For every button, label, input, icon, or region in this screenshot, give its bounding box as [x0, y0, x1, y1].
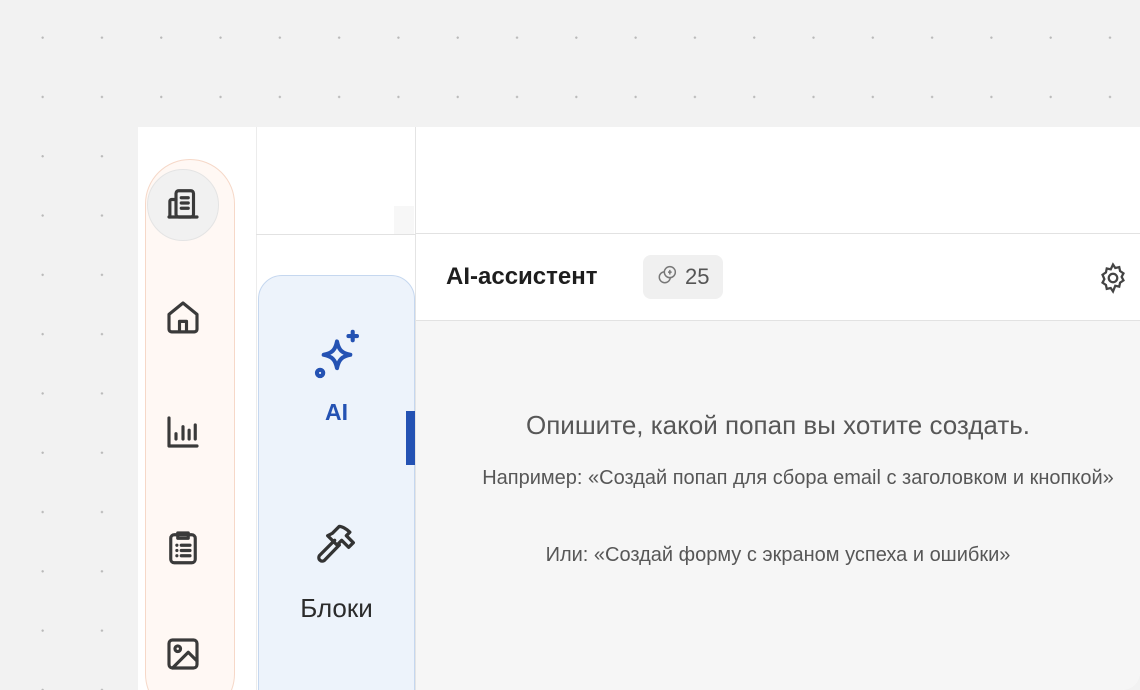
settings-button[interactable]: [1096, 261, 1130, 295]
assistant-title: AI-ассистент: [446, 263, 598, 290]
ai-tool-label: AI: [325, 399, 348, 425]
column-divider: [256, 127, 257, 690]
media-button[interactable]: [148, 621, 218, 690]
gear-icon: [1096, 262, 1130, 299]
home-icon: [162, 296, 204, 343]
editor-panel: AI Блоки AI-ассистент 25 Опишите, какой …: [138, 127, 1140, 690]
credits-badge: 25: [643, 255, 724, 299]
sparkle-icon: [258, 327, 415, 385]
tool-header-divider: [256, 234, 416, 235]
assistant-body: [416, 321, 1140, 690]
blocks-tool-label: Блоки: [300, 593, 373, 623]
active-tool-indicator: [406, 411, 415, 465]
empty-state-alternative: Или: «Создай форму с экраном успеха и ош…: [545, 544, 1011, 566]
empty-state-example: Например: «Создай попап для сбора email …: [482, 467, 1114, 489]
building-icon: [162, 182, 204, 229]
assistant-header-divider: [416, 320, 1140, 321]
organization-button[interactable]: [147, 169, 219, 241]
ai-tool-button[interactable]: AI: [258, 327, 415, 426]
blocks-tool-button[interactable]: Блоки: [258, 517, 415, 624]
forms-button[interactable]: [148, 514, 218, 584]
home-button[interactable]: [148, 284, 218, 354]
empty-state-title: Опишите, какой попап вы хотите создать.: [526, 410, 1030, 440]
top-bar-divider: [416, 233, 1140, 234]
app-window: AI Блоки AI-ассистент 25 Опишите, какой …: [0, 0, 1140, 690]
image-icon: [162, 633, 204, 680]
divider-notch: [394, 206, 414, 234]
credits-count: 25: [685, 264, 710, 289]
analytics-button[interactable]: [148, 399, 218, 469]
hammer-icon: [258, 517, 415, 573]
coins-icon: [657, 263, 679, 291]
clipboard-icon: [162, 526, 204, 573]
chart-icon: [162, 411, 204, 458]
